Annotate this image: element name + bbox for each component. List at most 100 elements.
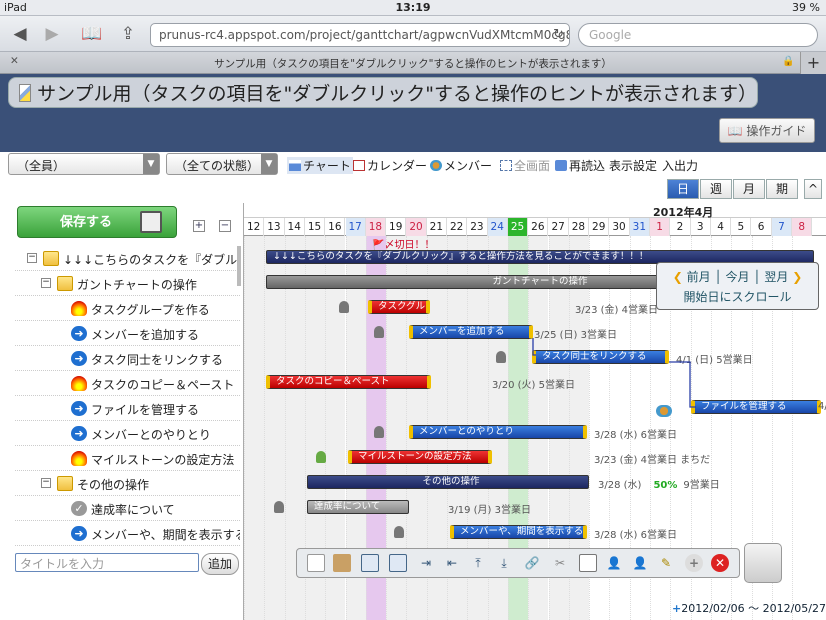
operation-guide-button[interactable]: 📖 操作ガイド (719, 118, 815, 143)
tree-row[interactable]: タスクグループを作る (15, 296, 240, 321)
task-info-text: 3/25 (日) 3営業日 (534, 330, 617, 341)
indent-icon[interactable]: ⇥ (417, 554, 435, 572)
view-week-button[interactable]: 週 (700, 179, 732, 199)
task-bar[interactable]: タスクグループを作る (368, 300, 430, 314)
task-bar[interactable]: マイルストーンの設定方法 (348, 450, 492, 464)
fullscreen-button[interactable]: 全画面 (500, 157, 550, 174)
member-avatar-icon[interactable] (316, 451, 326, 463)
tree-row[interactable]: タスクのコピー＆ペースト (15, 371, 240, 396)
member-avatar-icon[interactable] (394, 526, 404, 538)
chevron-right-icon[interactable]: ❯ (792, 270, 802, 284)
battery-level: 39 % (792, 1, 820, 14)
edit-icon[interactable]: ✎ (657, 554, 675, 572)
tree-row[interactable]: マイルストーンの設定方法 (15, 446, 240, 471)
member-avatar-icon[interactable] (374, 426, 384, 438)
bookmarks-icon[interactable]: 📖 (80, 23, 104, 45)
folder-icon (57, 476, 73, 491)
add-task-button[interactable]: 追加 (201, 553, 239, 575)
paste-icon[interactable] (333, 554, 351, 572)
next-month-link[interactable]: 翌月 (764, 270, 788, 284)
tree-row-label: タスク同士をリンクする (91, 353, 224, 367)
day-cell: 19 (386, 218, 407, 236)
task-bar[interactable]: メンバーとのやりとり (409, 425, 587, 439)
browser-toolbar: ◀ ▶ 📖 ⇪ prunus-rc4.appspot.com/project/g… (0, 16, 826, 52)
insert-row-icon[interactable] (361, 554, 379, 572)
calendar-view-tab[interactable]: カレンダー (353, 157, 427, 174)
collapse-toolbar-button[interactable]: ^ (804, 179, 822, 199)
add-circle-icon[interactable]: + (685, 554, 703, 572)
view-month-button[interactable]: 月 (733, 179, 765, 199)
reload-button[interactable]: 再読込 (555, 157, 605, 174)
chevron-left-icon[interactable]: ❮ (673, 270, 683, 284)
tree-row[interactable]: ➜ メンバーを追加する (15, 321, 240, 346)
milestone-marker[interactable]: 🚩〆切日！！ (372, 236, 434, 251)
status-filter-select[interactable]: （全ての状態） ▼ (166, 153, 278, 175)
search-field[interactable]: Google (578, 23, 818, 47)
member-avatar-icon[interactable] (374, 326, 384, 338)
members-icon[interactable] (656, 405, 672, 417)
extend-start-icon[interactable]: + (672, 602, 681, 615)
task-bar[interactable]: その他の操作 (307, 475, 589, 489)
member-avatar-icon[interactable] (339, 301, 349, 313)
collapse-all-button[interactable]: − (219, 220, 231, 232)
share-icon[interactable]: ⇪ (116, 23, 140, 45)
current-month-link[interactable]: 今月 (725, 270, 749, 284)
notepad-icon[interactable] (744, 543, 782, 583)
member-view-tab[interactable]: メンバー (430, 157, 492, 174)
day-cell: 2 (670, 218, 691, 236)
milestone-icon[interactable] (579, 554, 597, 572)
tree-row[interactable]: ➜ メンバーや、期間を表示する (15, 521, 240, 546)
task-bar[interactable]: メンバーや、期間を表示する (450, 525, 587, 539)
tree-row[interactable]: − ↓↓↓こちらのタスクを『ダブル (15, 246, 240, 271)
task-bar[interactable]: タスク同士をリンクする (532, 350, 669, 364)
import-export-button[interactable]: 入出力 (662, 157, 698, 174)
link-icon[interactable]: 🔗 (523, 554, 541, 572)
task-bar[interactable]: 達成率について (307, 500, 409, 514)
reload-icon[interactable]: ↻ (553, 27, 564, 42)
day-column (244, 236, 265, 620)
day-cell: 20 (406, 218, 427, 236)
expand-all-button[interactable]: + (193, 220, 205, 232)
grid-line (284, 236, 286, 620)
browser-tab[interactable]: ✕ サンプル用（タスクの項目を"ダブルクリック"すると操作のヒントが表示されます… (0, 52, 826, 74)
unlink-icon[interactable]: ✂ (551, 554, 569, 572)
task-title-input[interactable]: タイトルを入力 (15, 553, 199, 572)
chart-view-tab[interactable]: チャート (287, 157, 353, 174)
task-bar[interactable]: ファイルを管理する (691, 400, 821, 414)
scroll-to-start-link[interactable]: 開始日にスクロール (657, 288, 818, 305)
collapse-node-icon[interactable]: − (27, 253, 37, 263)
member-avatar-icon[interactable] (496, 351, 506, 363)
forward-icon[interactable]: ▶ (40, 23, 64, 45)
new-document-icon[interactable] (307, 554, 325, 572)
view-quarter-button[interactable]: 期 (766, 179, 798, 199)
member-filter-select[interactable]: （全員） ▼ (8, 153, 160, 175)
insert-group-icon[interactable] (389, 554, 407, 572)
member-avatar-icon[interactable] (274, 501, 284, 513)
tree-row[interactable]: ➜ メンバーとのやりとり (15, 421, 240, 446)
move-up-icon[interactable]: ⤒ (469, 554, 487, 572)
view-day-button[interactable]: 日 (667, 179, 699, 199)
back-icon[interactable]: ◀ (8, 23, 32, 45)
remove-member-icon[interactable]: 👤 (631, 554, 649, 572)
tree-row[interactable]: ➜ タスク同士をリンクする (15, 346, 240, 371)
move-down-icon[interactable]: ⤓ (495, 554, 513, 572)
tree-row[interactable]: − その他の操作 (15, 471, 240, 496)
display-settings-button[interactable]: 表示設定 (609, 157, 657, 174)
add-member-icon[interactable]: 👤 (605, 554, 623, 572)
gantt-app-icon (19, 83, 32, 102)
prev-month-link[interactable]: 前月 (687, 270, 711, 284)
collapse-node-icon[interactable]: − (41, 278, 51, 288)
day-cell: 12 (244, 218, 265, 236)
tree-row[interactable]: ✓ 達成率について (15, 496, 240, 521)
new-tab-button[interactable]: + (800, 52, 826, 74)
collapse-node-icon[interactable]: − (41, 478, 51, 488)
tree-row[interactable]: ➜ ファイルを管理する (15, 396, 240, 421)
tree-row[interactable]: − ガントチャートの操作 (15, 271, 240, 296)
outdent-icon[interactable]: ⇤ (443, 554, 461, 572)
tree-scrollbar[interactable] (237, 246, 241, 286)
task-bar[interactable]: タスクのコピー＆ペースト (266, 375, 431, 389)
delete-circle-icon[interactable]: ✕ (711, 554, 729, 572)
save-button[interactable]: 保存する (17, 206, 177, 238)
url-field[interactable]: prunus-rc4.appspot.com/project/ganttchar… (150, 23, 570, 47)
task-bar[interactable]: メンバーを追加する (409, 325, 533, 339)
